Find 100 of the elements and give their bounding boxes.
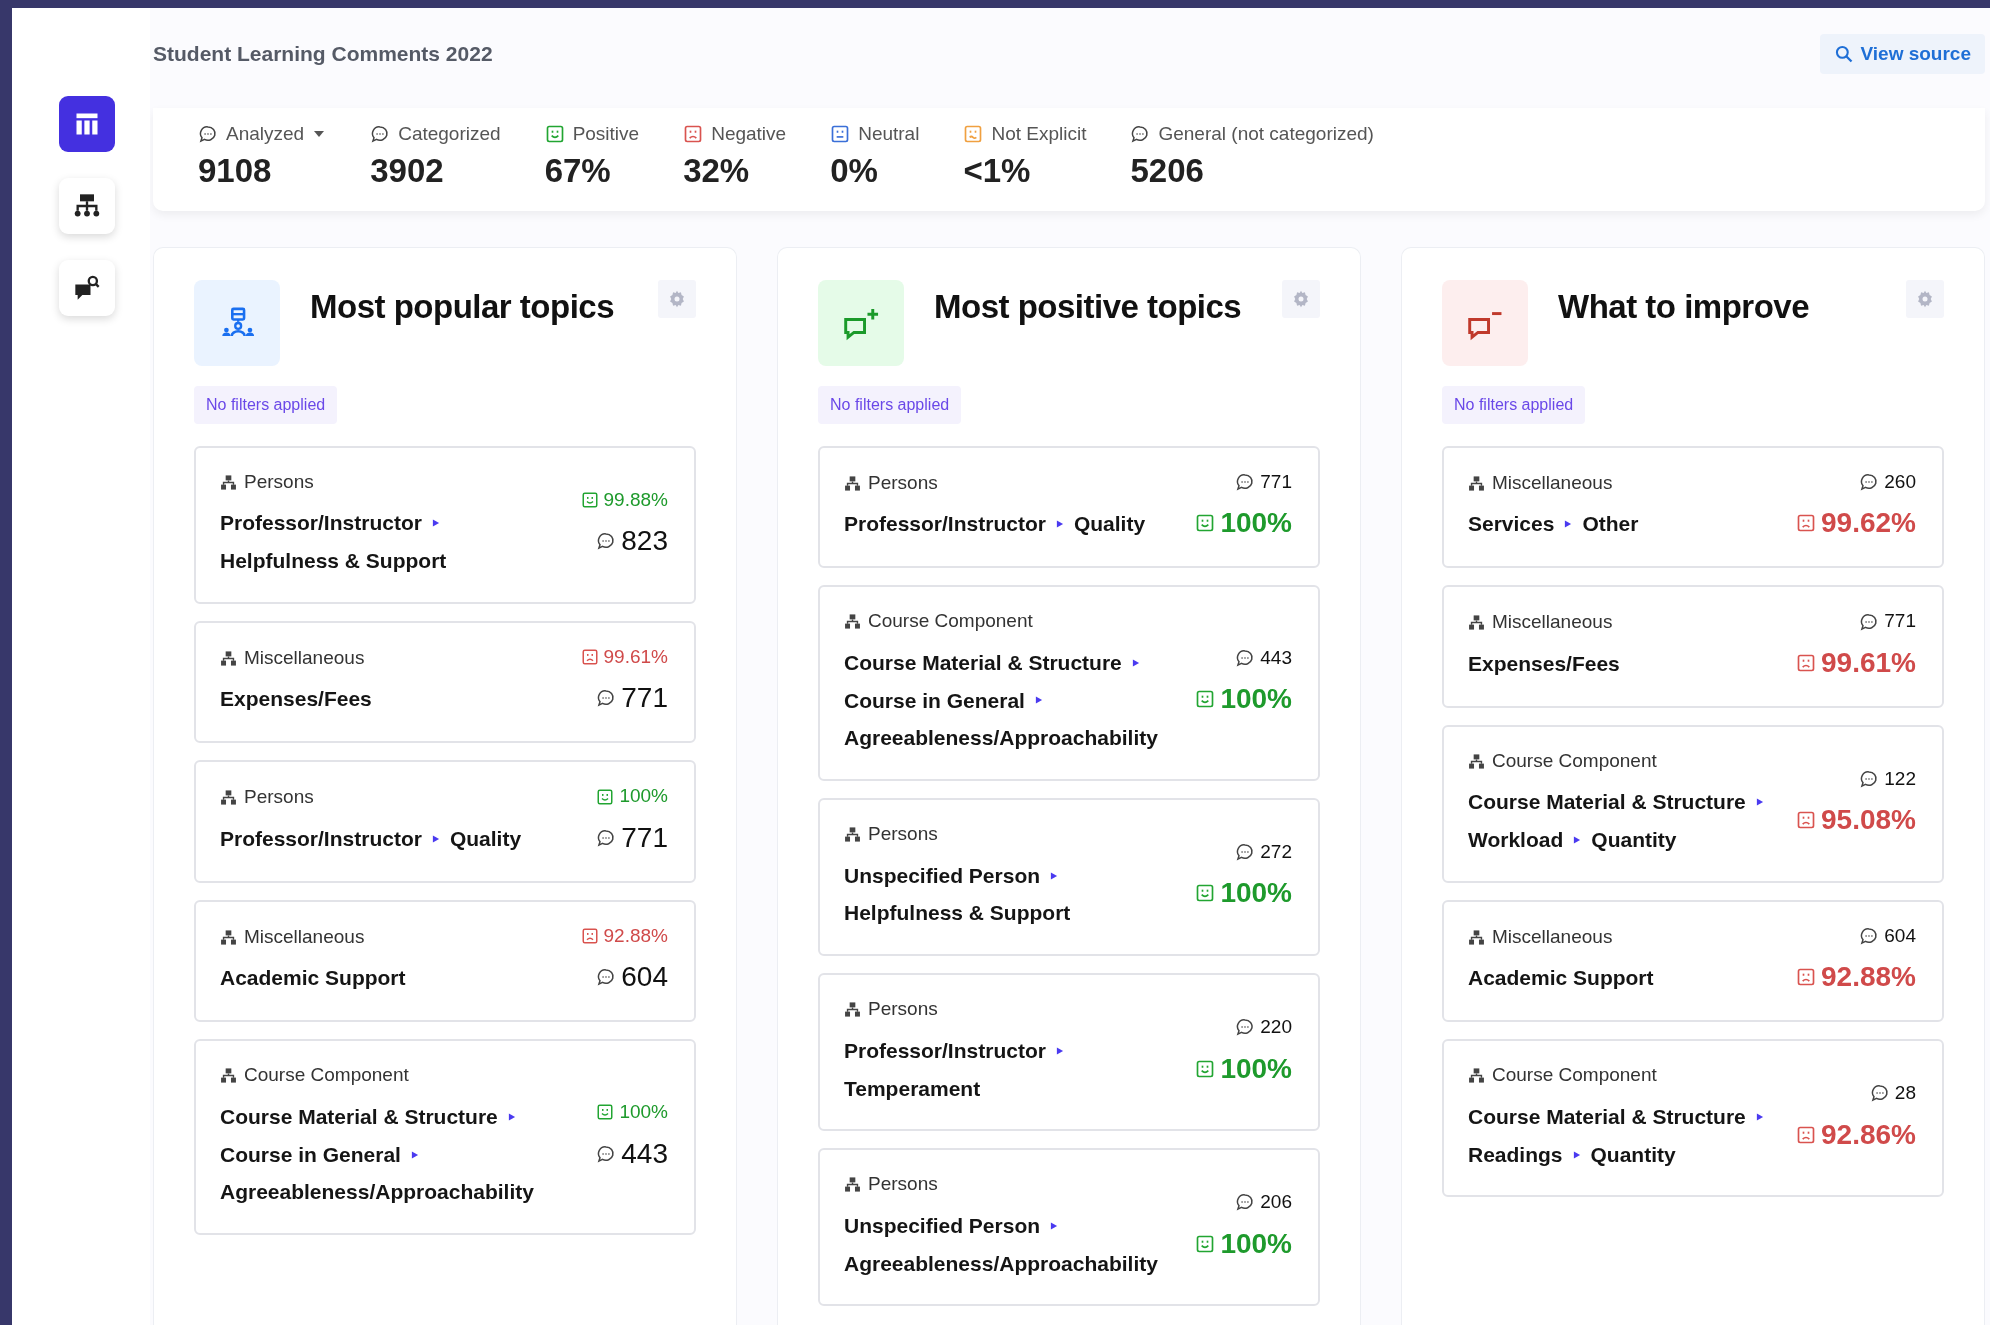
sentiment-percent: 100% (1220, 506, 1292, 541)
caret-icon (1050, 870, 1059, 881)
topic-category: Miscellaneous (1492, 610, 1613, 635)
comment-icon (596, 688, 617, 709)
comment-count: 220 (1260, 1015, 1292, 1040)
comment-count: 443 (1260, 646, 1292, 670)
topic-category: Persons (244, 785, 314, 810)
comment-plus-icon (818, 279, 904, 366)
topic-card[interactable]: Miscellaneous Services Other 260 99.62% (1442, 445, 1944, 569)
caret-icon (1050, 1220, 1059, 1231)
comment-count: 771 (621, 681, 668, 716)
smiley-icon (1195, 689, 1216, 710)
comment-icon (596, 531, 617, 552)
panel-title: Most positive topics (934, 286, 1243, 327)
topic-category: Course Component (1492, 1063, 1657, 1088)
comment-icon (1869, 1083, 1890, 1104)
topic-card[interactable]: Course Component Course Material & Structure Readings Quantity 28 92.86% (1442, 1039, 1944, 1198)
caret-icon (507, 1111, 516, 1122)
caret-icon (1055, 1045, 1064, 1056)
topic-card[interactable]: Persons Professor/Instructor Helpfulness & Support 99.88% 823 (194, 445, 696, 604)
topic-path: Quantity (1590, 1141, 1676, 1168)
smiley-icon (596, 787, 615, 806)
topic-category: Miscellaneous (244, 925, 365, 949)
topic-card[interactable]: Course Component Course Material & Structure Course in General Agreeableness/Approachability 100% 443 (194, 1039, 696, 1236)
topic-category: Course Component (868, 609, 1033, 634)
comment-count: 604 (621, 960, 668, 995)
caret-icon (431, 518, 440, 529)
topic-card[interactable]: Miscellaneous Academic Support 92.88% 604 (194, 899, 696, 1023)
caret-icon (1564, 519, 1573, 530)
hierarchy-icon (220, 649, 237, 667)
topic-card[interactable]: Persons Unspecified Person Agreeableness/Approachability 206 100% (818, 1148, 1320, 1307)
topic-path: Readings (1468, 1141, 1563, 1168)
panel-title: What to improve (1558, 286, 1810, 327)
view-source-button[interactable]: View source (1820, 33, 1985, 75)
topic-card[interactable]: Course Component Course Material & Structure Workload Quantity 122 95.08% (1442, 724, 1944, 883)
sidebar-button[interactable] (59, 260, 115, 316)
comment-icon (1235, 842, 1256, 863)
topic-category: Miscellaneous (244, 646, 365, 670)
topic-path: Helpfulness & Support (220, 548, 447, 575)
stat-value: 9108 (198, 152, 273, 189)
topic-path: Professor/Instructor (844, 511, 1046, 538)
hierarchy-icon (1468, 752, 1485, 770)
topic-path: Services (1468, 511, 1555, 538)
stat-label: Positive (572, 122, 640, 146)
topic-path: Expenses/Fees (1468, 650, 1620, 677)
caret-icon (431, 833, 440, 844)
hierarchy-icon (844, 474, 861, 492)
stat-label: Neutral (858, 122, 920, 146)
topic-card[interactable]: Course Component Course Material & Structure Course in General Agreeableness/Approachability 443 100% (818, 585, 1320, 782)
topic-card[interactable]: Miscellaneous Academic Support 604 92.88% (1442, 899, 1944, 1023)
smiley-icon (596, 1103, 615, 1122)
comment-count: 28 (1894, 1081, 1916, 1106)
comment-icon (596, 1143, 617, 1164)
topic-category: Persons (868, 997, 938, 1022)
comment-icon (1235, 1017, 1256, 1038)
topic-card[interactable]: Miscellaneous Expenses/Fees 771 99.61% (1442, 585, 1944, 708)
topic-path: Quality (449, 826, 522, 852)
comment-search-icon (73, 274, 101, 302)
topic-card[interactable]: Persons Professor/Instructor Quality 100% 771 (194, 760, 696, 883)
frown-icon (1796, 967, 1817, 988)
topic-path: Course in General (220, 1141, 401, 1168)
sidebar-button[interactable] (59, 178, 115, 234)
sentiment-percent: 92.88% (1821, 960, 1916, 995)
filter-chip: No filters applied (1442, 385, 1586, 424)
topic-path: Course Material & Structure (220, 1103, 498, 1130)
stat-label: Not Explicit (991, 122, 1087, 146)
people-board-icon (194, 279, 280, 366)
comment-icon (1130, 124, 1151, 145)
hierarchy-icon (1468, 928, 1485, 946)
hierarchy-icon (1468, 474, 1485, 492)
neutral-face-icon (830, 124, 851, 145)
stat-label: Categorized (398, 122, 501, 146)
topic-card[interactable]: Persons Professor/Instructor Quality 771 100% (818, 445, 1320, 569)
hierarchy-icon (844, 825, 861, 843)
topic-path: Unspecified Person (844, 1212, 1041, 1239)
sentiment-percent: 99.61% (1821, 645, 1916, 680)
smiley-icon (580, 490, 599, 509)
topic-category: Miscellaneous (1492, 925, 1613, 949)
topic-card[interactable]: Persons Unspecified Person Helpfulness & Support 272 100% (818, 798, 1320, 957)
comment-count: 443 (621, 1136, 668, 1171)
unsure-face-icon (963, 124, 984, 145)
comment-count: 260 (1884, 469, 1916, 494)
smiley-icon (1195, 513, 1216, 534)
comment-minus-icon (1442, 279, 1528, 366)
topic-card[interactable]: Persons Professor/Instructor Temperament 220 100% (818, 973, 1320, 1132)
topic-path: Agreeableness/Approachability (844, 1250, 1158, 1277)
topic-path: Expenses/Fees (220, 686, 372, 713)
comment-icon (596, 967, 617, 988)
hierarchy-icon (220, 789, 237, 807)
sentiment-percent: 100% (619, 1100, 668, 1125)
sidebar-button[interactable] (59, 96, 115, 152)
topic-path: Academic Support (220, 965, 406, 992)
hierarchy-icon (844, 1176, 861, 1194)
hierarchy-icon (1468, 614, 1485, 632)
topic-card[interactable]: Miscellaneous Expenses/Fees 99.61% 771 (194, 620, 696, 744)
search-icon (1834, 44, 1855, 64)
comment-icon (1859, 472, 1880, 493)
panel-title: Most popular topics (310, 286, 615, 327)
comment-count: 122 (1884, 766, 1916, 791)
page-title: Student Learning Comments 2022 (153, 41, 493, 68)
